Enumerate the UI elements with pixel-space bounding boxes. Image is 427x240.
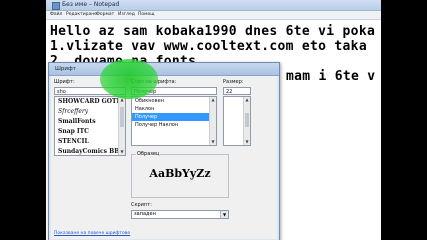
font-list-scrollbar[interactable]: ▲ ▼ [118, 97, 125, 155]
scroll-thumb[interactable] [120, 107, 124, 127]
scroll-down-arrow-icon[interactable]: ▼ [119, 149, 125, 155]
chevron-down-icon[interactable]: ▼ [220, 211, 228, 218]
font-list-item[interactable]: Snap ITC [55, 127, 125, 137]
scroll-down-arrow-icon[interactable]: ▼ [244, 139, 250, 145]
font-size-label: Размер: [223, 79, 244, 85]
font-size-list[interactable]: ▲ ▼ [223, 96, 251, 146]
font-style-item[interactable]: Наклон [132, 105, 216, 113]
script-label: Скрипт: [131, 202, 152, 208]
font-dialog-body: Шрифт: sho SHOWCARD GOTHIC Sfrceffery Sm… [51, 76, 277, 239]
menu-view[interactable]: Изглед [118, 11, 135, 19]
font-style-scrollbar[interactable]: ▲ ▼ [209, 97, 216, 145]
font-list-item[interactable]: Sfrceffery [55, 107, 125, 117]
text-line-2: 1.vlizate vav www.cooltext.com eto taka [50, 39, 367, 54]
notepad-app-icon [52, 2, 60, 10]
menu-format[interactable]: Формат [96, 11, 114, 19]
font-size-input[interactable]: 22 [223, 87, 251, 95]
font-dialog-titlebar: Шрифт [49, 63, 279, 76]
sample-label: Образец [136, 151, 161, 158]
sample-group: Образец AaBbYyZz [131, 151, 229, 198]
scroll-up-arrow-icon[interactable]: ▲ [244, 97, 250, 103]
menu-file[interactable]: Файл [50, 11, 62, 19]
script-select-value: западен [134, 211, 156, 217]
font-list-item[interactable]: STENCIL [55, 137, 125, 147]
screen: Без име – Notepad Файл Редактиране Форма… [46, 0, 381, 240]
font-list-item[interactable]: SundayComics BB [55, 147, 125, 155]
sample-text: AaBbYyZz [149, 167, 211, 180]
scroll-thumb[interactable] [245, 113, 249, 127]
menu-bar: Файл Редактиране Формат Изглед Помощ [46, 11, 381, 20]
font-list-item[interactable]: SHOWCARD GOTHIC [55, 97, 125, 107]
scroll-up-arrow-icon[interactable]: ▲ [210, 97, 216, 103]
scroll-down-arrow-icon[interactable]: ▼ [210, 139, 216, 145]
notepad-titlebar: Без име – Notepad [46, 0, 381, 11]
font-list[interactable]: SHOWCARD GOTHIC Sfrceffery SmallFonts Sn… [54, 96, 126, 156]
font-list-item[interactable]: SmallFonts [55, 117, 125, 127]
font-label: Шрифт: [54, 79, 75, 85]
font-dialog: Шрифт Шрифт: sho SHOWCARD GOTHIC Sfrceff… [48, 62, 280, 240]
script-select[interactable]: западен ▼ [131, 210, 229, 219]
font-dialog-title: Шрифт [55, 66, 76, 72]
cursor-highlight [100, 59, 158, 99]
menu-help[interactable]: Помощ [138, 11, 155, 19]
font-size-scrollbar[interactable]: ▲ ▼ [243, 97, 250, 145]
menu-edit[interactable]: Редактиране [66, 11, 97, 19]
font-style-item[interactable]: Обикновен [132, 97, 216, 105]
show-more-fonts-link[interactable]: Показване на повече шрифтове [54, 230, 130, 237]
window-title: Без име – Notepad [62, 1, 120, 8]
font-style-list[interactable]: Обикновен Наклон Получер Получер Наклон … [131, 96, 217, 146]
text-line-4: mam i 6te v [286, 69, 376, 84]
text-line-1: Hello az sam kobaka1990 dnes 6te vi poka [50, 24, 376, 39]
font-style-item-selected[interactable]: Получер [132, 113, 216, 121]
font-style-item[interactable]: Получер Наклон [132, 121, 216, 129]
